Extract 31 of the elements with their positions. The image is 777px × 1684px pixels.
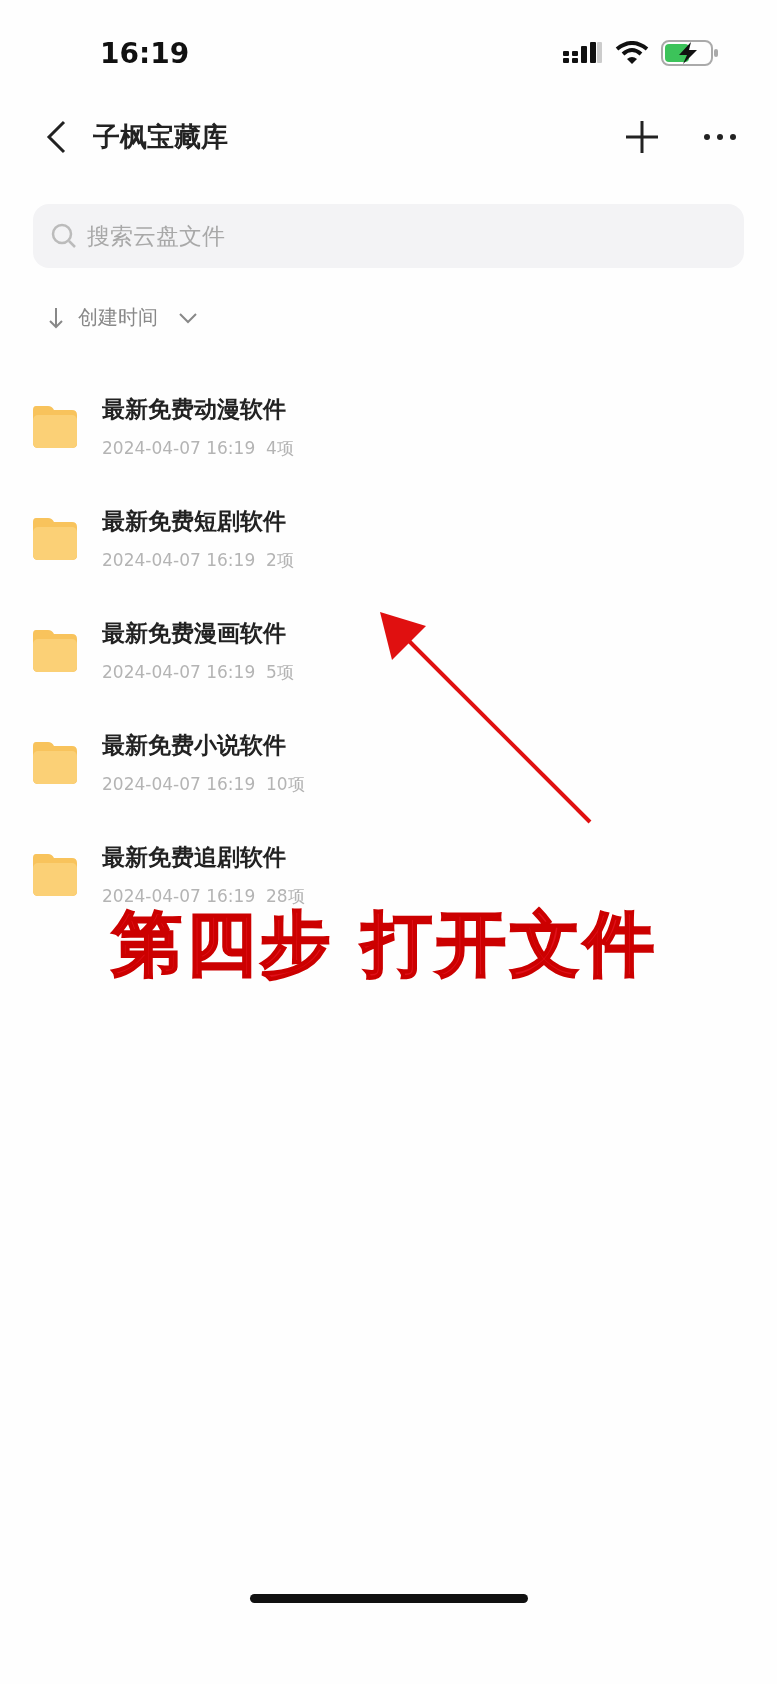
folder-details: 2024-04-07 16:19 4项 bbox=[102, 437, 294, 460]
folder-icon bbox=[32, 629, 78, 673]
folder-name: 最新免费追剧软件 bbox=[102, 843, 287, 872]
back-icon[interactable] bbox=[45, 120, 67, 154]
down-arrow-icon[interactable] bbox=[48, 306, 64, 329]
battery-icon bbox=[661, 40, 719, 66]
sort-label[interactable]: 创建时间 bbox=[78, 304, 158, 331]
status-time: 16:19 bbox=[100, 36, 190, 70]
folder-row[interactable]: 最新免费动漫软件 2024-04-07 16:19 4项 bbox=[32, 371, 777, 483]
folder-details: 2024-04-07 16:19 10项 bbox=[102, 773, 305, 796]
add-icon[interactable] bbox=[625, 120, 659, 154]
folder-name: 最新免费漫画软件 bbox=[102, 619, 287, 648]
more-icon[interactable] bbox=[703, 133, 737, 141]
folder-name: 最新免费动漫软件 bbox=[102, 395, 287, 424]
folder-name: 最新免费短剧软件 bbox=[102, 507, 287, 536]
wifi-icon bbox=[615, 41, 649, 65]
folder-details: 2024-04-07 16:19 5项 bbox=[102, 661, 294, 684]
folder-row[interactable]: 最新免费短剧软件 2024-04-07 16:19 2项 bbox=[32, 483, 777, 595]
folder-row[interactable]: 最新免费小说软件 2024-04-07 16:19 10项 bbox=[32, 707, 777, 819]
folder-icon bbox=[32, 853, 78, 897]
folder-row[interactable]: 最新免费漫画软件 2024-04-07 16:19 5项 bbox=[32, 595, 777, 707]
folder-icon bbox=[32, 405, 78, 449]
folder-icon bbox=[32, 741, 78, 785]
search-field[interactable]: 搜索云盘文件 bbox=[33, 204, 744, 268]
folder-details: 2024-04-07 16:19 28项 bbox=[102, 885, 305, 906]
chevron-icon[interactable] bbox=[178, 311, 198, 324]
folder-icon bbox=[32, 517, 78, 561]
folder-details: 2024-04-07 16:19 2项 bbox=[102, 549, 294, 572]
folder-name: 最新免费小说软件 bbox=[102, 731, 287, 760]
signal-icon bbox=[563, 42, 603, 64]
page-title: 子枫宝藏库 bbox=[93, 120, 229, 154]
